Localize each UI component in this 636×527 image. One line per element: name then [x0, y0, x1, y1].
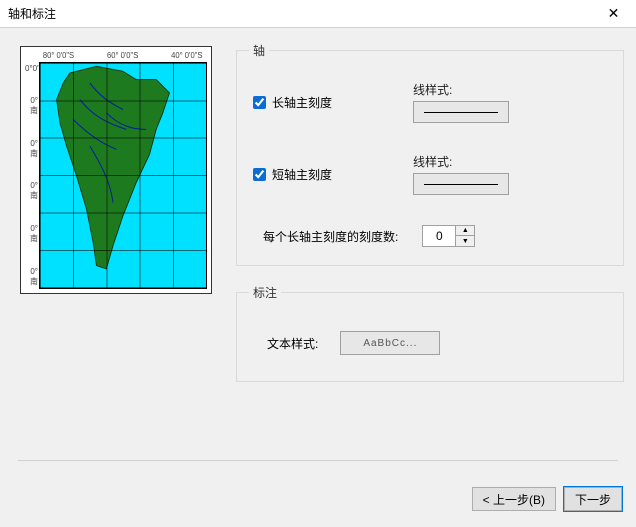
- dialog-window: 轴和标注 ✕ 80° 0'0"S 60° 0'0"S 40° 0'0"S 0°0…: [0, 0, 636, 527]
- short-axis-line-style-picker[interactable]: [413, 173, 509, 195]
- tick-count-row: 每个长轴主刻度的刻度数: ▲ ▼: [253, 225, 607, 247]
- long-axis-style-label: 线样式:: [413, 81, 509, 98]
- axis-group: 轴 长轴主刻度 线样式:: [236, 42, 624, 266]
- text-sample-content: AaBbCc...: [363, 338, 417, 349]
- next-button[interactable]: 下一步: [564, 487, 622, 511]
- close-icon: ✕: [608, 5, 620, 22]
- xtick-1: 60° 0'0"S: [107, 51, 138, 60]
- long-axis-checkbox[interactable]: [253, 96, 266, 109]
- spinner-up-button[interactable]: ▲: [456, 226, 474, 236]
- ytick-3: 0°南: [25, 181, 38, 201]
- short-axis-checkbox-cell[interactable]: 短轴主刻度: [253, 166, 413, 183]
- long-axis-checkbox-cell[interactable]: 长轴主刻度: [253, 94, 413, 111]
- long-axis-checkbox-label: 长轴主刻度: [272, 94, 332, 111]
- text-style-picker[interactable]: AaBbCc...: [340, 331, 440, 355]
- map-preview: 80° 0'0"S 60° 0'0"S 40° 0'0"S 0°0"N 0°南 …: [20, 46, 212, 294]
- label-group: 标注 文本样式: AaBbCc...: [236, 284, 624, 382]
- spinner-down-button[interactable]: ▼: [456, 236, 474, 246]
- ytick-1: 0°南: [25, 96, 38, 116]
- xtick-2: 40° 0'0"S: [171, 51, 202, 60]
- long-axis-row: 长轴主刻度 线样式:: [253, 81, 607, 123]
- ytick-2: 0°南: [25, 139, 38, 159]
- window-title: 轴和标注: [8, 5, 56, 22]
- tick-count-label: 每个长轴主刻度的刻度数:: [263, 228, 398, 245]
- ytick-5: 0°南: [25, 267, 38, 287]
- label-group-legend: 标注: [249, 284, 281, 301]
- close-button[interactable]: ✕: [591, 0, 636, 28]
- upper-row: 80° 0'0"S 60° 0'0"S 40° 0'0"S 0°0"N 0°南 …: [20, 42, 624, 400]
- preview-xticks: 80° 0'0"S 60° 0'0"S 40° 0'0"S: [30, 51, 203, 62]
- spinner-buttons: ▲ ▼: [456, 225, 475, 247]
- title-bar: 轴和标注 ✕: [0, 0, 636, 28]
- long-axis-line-style-picker[interactable]: [413, 101, 509, 123]
- short-axis-style-cell: 线样式:: [413, 153, 509, 195]
- preview-grid-icon: [40, 63, 206, 288]
- ytick-0: 0°0"N: [25, 64, 38, 73]
- tick-count-spinner: ▲ ▼: [422, 225, 475, 247]
- tick-count-input[interactable]: [422, 225, 456, 247]
- text-style-row: 文本样式: AaBbCc...: [253, 323, 607, 363]
- dialog-body: 80° 0'0"S 60° 0'0"S 40° 0'0"S 0°0"N 0°南 …: [0, 28, 636, 527]
- short-axis-checkbox-label: 短轴主刻度: [272, 166, 332, 183]
- axis-group-legend: 轴: [249, 42, 269, 59]
- back-button[interactable]: < 上一步(B): [472, 487, 556, 511]
- ytick-4: 0°南: [25, 224, 38, 244]
- line-sample-icon: [424, 112, 498, 113]
- preview-map-row: 0°0"N 0°南 0°南 0°南 0°南 0°南: [25, 62, 207, 289]
- text-style-label: 文本样式:: [267, 335, 318, 352]
- short-axis-checkbox[interactable]: [253, 168, 266, 181]
- settings-panels: 轴 长轴主刻度 线样式:: [236, 42, 624, 400]
- footer-divider: [18, 460, 618, 461]
- short-axis-row: 短轴主刻度 线样式:: [253, 153, 607, 195]
- xtick-0: 80° 0'0"S: [43, 51, 74, 60]
- long-axis-style-cell: 线样式:: [413, 81, 509, 123]
- preview-yticks: 0°0"N 0°南 0°南 0°南 0°南 0°南: [25, 62, 39, 289]
- preview-map-canvas: [39, 62, 207, 289]
- wizard-buttons: < 上一步(B) 下一步: [472, 487, 622, 511]
- short-axis-style-label: 线样式:: [413, 153, 509, 170]
- line-sample-icon: [424, 184, 498, 185]
